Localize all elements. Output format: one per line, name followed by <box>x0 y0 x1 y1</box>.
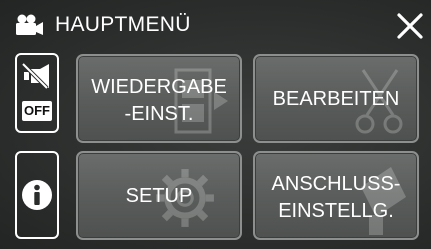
setup-button[interactable]: SETUP <box>76 151 242 240</box>
video-camera-icon <box>16 14 43 35</box>
setup-label: SETUP <box>78 183 240 210</box>
playback-settings-label-line1: WIEDERGABE <box>91 76 227 98</box>
edit-label: BEARBEITEN <box>255 86 417 113</box>
edit-label-line1: BEARBEITEN <box>272 88 400 110</box>
connection-settings-label: ANSCHLUSS- EINSTELLG. <box>255 171 417 225</box>
edit-button[interactable]: BEARBEITEN <box>253 54 419 143</box>
playback-settings-label: WIEDERGABE -EINST. <box>78 74 240 128</box>
speaker-mute-icon <box>22 63 49 89</box>
connection-settings-label-line1: ANSCHLUSS- <box>271 173 401 195</box>
playback-settings-button[interactable]: WIEDERGABE -EINST. <box>76 54 242 143</box>
connection-settings-label-line2: EINSTELLG. <box>278 200 394 222</box>
mute-off-badge: OFF <box>22 101 52 121</box>
connection-settings-button[interactable]: ANSCHLUSS- EINSTELLG. <box>253 151 419 240</box>
setup-label-line1: SETUP <box>125 185 193 207</box>
info-button[interactable] <box>15 151 59 239</box>
close-icon[interactable] <box>396 12 424 40</box>
info-icon <box>22 180 52 210</box>
header: HAUPTMENÜ <box>0 0 431 50</box>
page-title: HAUPTMENÜ <box>55 13 191 36</box>
mute-button[interactable]: OFF <box>15 53 59 133</box>
playback-settings-label-line2: -EINST. <box>124 103 194 125</box>
